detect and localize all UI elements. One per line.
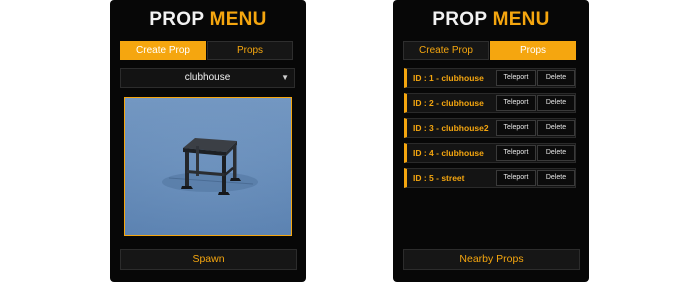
chevron-down-icon: ▼: [281, 73, 289, 82]
title-menu: MENU: [209, 9, 267, 30]
prop-select[interactable]: clubhouse ▼: [120, 68, 295, 88]
teleport-button[interactable]: Teleport: [496, 70, 536, 86]
prop-id-label: ID : 1 - clubhouse: [413, 73, 484, 83]
delete-button[interactable]: Delete: [537, 95, 575, 111]
teleport-button[interactable]: Teleport: [496, 120, 536, 136]
teleport-button[interactable]: Teleport: [496, 170, 536, 186]
prop-preview: [124, 97, 292, 236]
prop-list-item: ID : 5 - street Teleport Delete: [404, 168, 576, 188]
panel-title: PROP MENU: [110, 9, 306, 31]
prop-list-item: ID : 4 - clubhouse Teleport Delete: [404, 143, 576, 163]
title-menu: MENU: [492, 9, 550, 30]
prop-list-item: ID : 2 - clubhouse Teleport Delete: [404, 93, 576, 113]
prop-list: ID : 1 - clubhouse Teleport Delete ID : …: [404, 68, 576, 193]
prop-id-label: ID : 5 - street: [413, 173, 465, 183]
prop-list-item: ID : 1 - clubhouse Teleport Delete: [404, 68, 576, 88]
panel-title: PROP MENU: [393, 9, 589, 31]
prop-id-label: ID : 2 - clubhouse: [413, 98, 484, 108]
prop-select-value: clubhouse: [184, 72, 231, 83]
prop-menu-props-panel: PROP MENU Create Prop Props ID : 1 - clu…: [393, 0, 589, 282]
tab-create-prop[interactable]: Create Prop: [120, 41, 206, 60]
spawn-button[interactable]: Spawn: [120, 249, 297, 270]
tab-props[interactable]: Props: [207, 41, 293, 60]
tab-props[interactable]: Props: [490, 41, 576, 60]
title-prop: PROP: [432, 9, 487, 30]
teleport-button[interactable]: Teleport: [496, 95, 536, 111]
prop-id-label: ID : 3 - clubhouse2: [413, 123, 489, 133]
prop-list-item: ID : 3 - clubhouse2 Teleport Delete: [404, 118, 576, 138]
nearby-props-button[interactable]: Nearby Props: [403, 249, 580, 270]
teleport-button[interactable]: Teleport: [496, 145, 536, 161]
delete-button[interactable]: Delete: [537, 170, 575, 186]
clubhouse-model-image: [125, 98, 291, 235]
tab-create-prop[interactable]: Create Prop: [403, 41, 489, 60]
prop-id-label: ID : 4 - clubhouse: [413, 148, 484, 158]
delete-button[interactable]: Delete: [537, 145, 575, 161]
prop-menu-create-panel: PROP MENU Create Prop Props clubhouse ▼: [110, 0, 306, 282]
delete-button[interactable]: Delete: [537, 70, 575, 86]
delete-button[interactable]: Delete: [537, 120, 575, 136]
title-prop: PROP: [149, 9, 204, 30]
